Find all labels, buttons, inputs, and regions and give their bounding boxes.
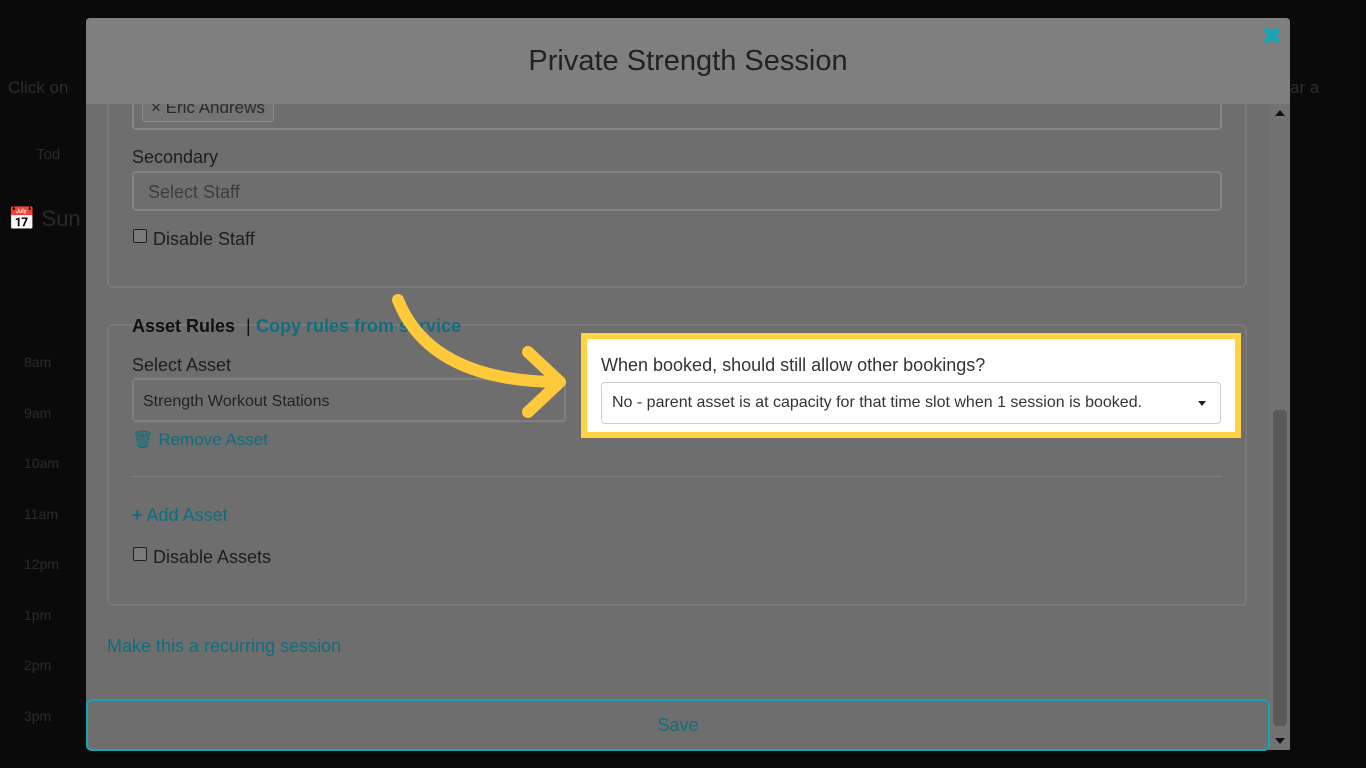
chevron-down-icon bbox=[1198, 401, 1206, 406]
add-asset-link[interactable]: + Add Asset bbox=[132, 505, 228, 526]
asset-divider bbox=[132, 476, 1222, 477]
hour-label: 12pm bbox=[24, 556, 60, 572]
add-asset-label: Add Asset bbox=[146, 505, 228, 525]
close-icon[interactable]: ✖ bbox=[1261, 25, 1283, 49]
background-tab: Tod bbox=[36, 146, 61, 163]
hour-label: 10am bbox=[24, 455, 60, 471]
secondary-staff-placeholder: Select Staff bbox=[148, 182, 240, 202]
hour-label: 3pm bbox=[24, 707, 52, 724]
background-instruction-right: ar a bbox=[1290, 78, 1320, 97]
recurring-session-link[interactable]: Make this a recurring session bbox=[107, 636, 341, 657]
hour-label: 1pm bbox=[24, 606, 52, 623]
asset-select-value: Strength Workout Stations bbox=[143, 393, 330, 410]
modal-header: Private Strength Session bbox=[86, 18, 1290, 104]
booking-option-highlight: When booked, should still allow other bo… bbox=[581, 333, 1241, 438]
modal-title: Private Strength Session bbox=[528, 44, 848, 77]
heading-separator: | bbox=[246, 316, 251, 336]
trash-icon: 🗑 bbox=[132, 430, 154, 449]
booking-option-value: No - parent asset is at capacity for tha… bbox=[612, 394, 1143, 411]
disable-staff-checkbox[interactable] bbox=[133, 229, 147, 243]
disable-assets-label: Disable Assets bbox=[153, 547, 272, 567]
scroll-up-arrow-icon[interactable] bbox=[1275, 110, 1285, 116]
scroll-down-arrow-icon[interactable] bbox=[1275, 738, 1285, 744]
background-hours: 8am 9am 10am 11am 12pm 1pm 2pm 3pm bbox=[24, 354, 59, 758]
scroll-thumb[interactable] bbox=[1273, 410, 1287, 726]
booking-option-select[interactable]: No - parent asset is at capacity for tha… bbox=[601, 382, 1221, 424]
plus-icon: + bbox=[132, 505, 143, 525]
hour-label: 9am bbox=[24, 404, 52, 421]
copy-rules-link[interactable]: Copy rules from service bbox=[256, 316, 461, 337]
secondary-label: Secondary bbox=[132, 147, 219, 167]
secondary-staff-input[interactable] bbox=[132, 171, 1222, 211]
remove-asset-label: Remove Asset bbox=[158, 430, 268, 449]
background-date: 📅 Sun bbox=[8, 206, 81, 231]
modal-scrollbar[interactable] bbox=[1270, 104, 1290, 750]
hour-label: 11am bbox=[24, 505, 58, 522]
hour-label: 8am bbox=[24, 354, 52, 370]
asset-rules-heading: Asset Rules bbox=[132, 316, 236, 336]
remove-asset-link[interactable]: 🗑 Remove Asset bbox=[132, 430, 268, 450]
hour-label: 2pm bbox=[24, 657, 52, 673]
disable-staff-label: Disable Staff bbox=[153, 229, 255, 249]
background-instruction: Click on bbox=[8, 78, 69, 97]
disable-assets-checkbox[interactable] bbox=[133, 547, 147, 561]
save-button[interactable]: Save bbox=[86, 699, 1270, 751]
select-asset-label: Select Asset bbox=[132, 355, 232, 375]
booking-question-label: When booked, should still allow other bo… bbox=[601, 355, 986, 375]
